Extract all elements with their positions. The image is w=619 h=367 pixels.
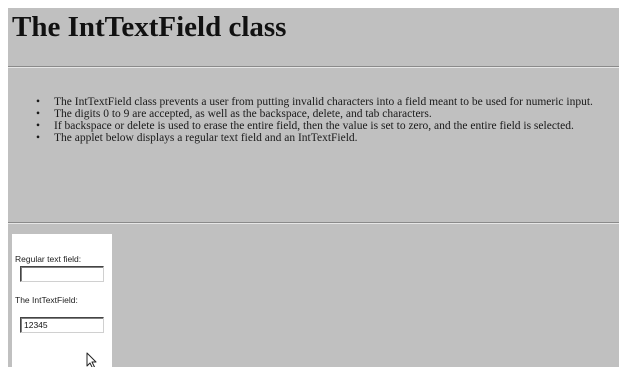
applet-divider	[8, 222, 619, 224]
bullet-item: • The digits 0 to 9 are accepted, as wel…	[32, 108, 612, 120]
bullet-dot: •	[36, 132, 41, 144]
mouse-pointer-icon	[86, 352, 97, 367]
content-area: The IntTextField class • The IntTextFiel…	[8, 8, 619, 367]
bullet-dot: •	[36, 120, 41, 132]
applet-panel: Regular text field: The IntTextField:	[12, 234, 112, 367]
bullet-list: • The IntTextField class prevents a user…	[32, 96, 612, 144]
bullet-text: If backspace or delete is used to erase …	[54, 120, 574, 132]
regular-text-field[interactable]	[20, 266, 104, 282]
bullet-item: • If backspace or delete is used to eras…	[32, 120, 612, 132]
bullet-dot: •	[36, 96, 41, 108]
bullet-item: • The applet below displays a regular te…	[32, 132, 612, 144]
page: The IntTextField class • The IntTextFiel…	[0, 0, 619, 367]
bullet-text: The IntTextField class prevents a user f…	[54, 96, 593, 108]
int-text-field[interactable]	[20, 317, 104, 333]
bullet-text: The applet below displays a regular text…	[54, 132, 358, 144]
page-title: The IntTextField class	[12, 11, 287, 43]
regular-field-label: Regular text field:	[15, 254, 82, 264]
bullet-text: The digits 0 to 9 are accepted, as well …	[54, 108, 432, 120]
int-field-label: The IntTextField:	[15, 295, 78, 305]
bullet-dot: •	[36, 108, 41, 120]
top-divider	[8, 66, 619, 68]
bullet-item: • The IntTextField class prevents a user…	[32, 96, 612, 108]
